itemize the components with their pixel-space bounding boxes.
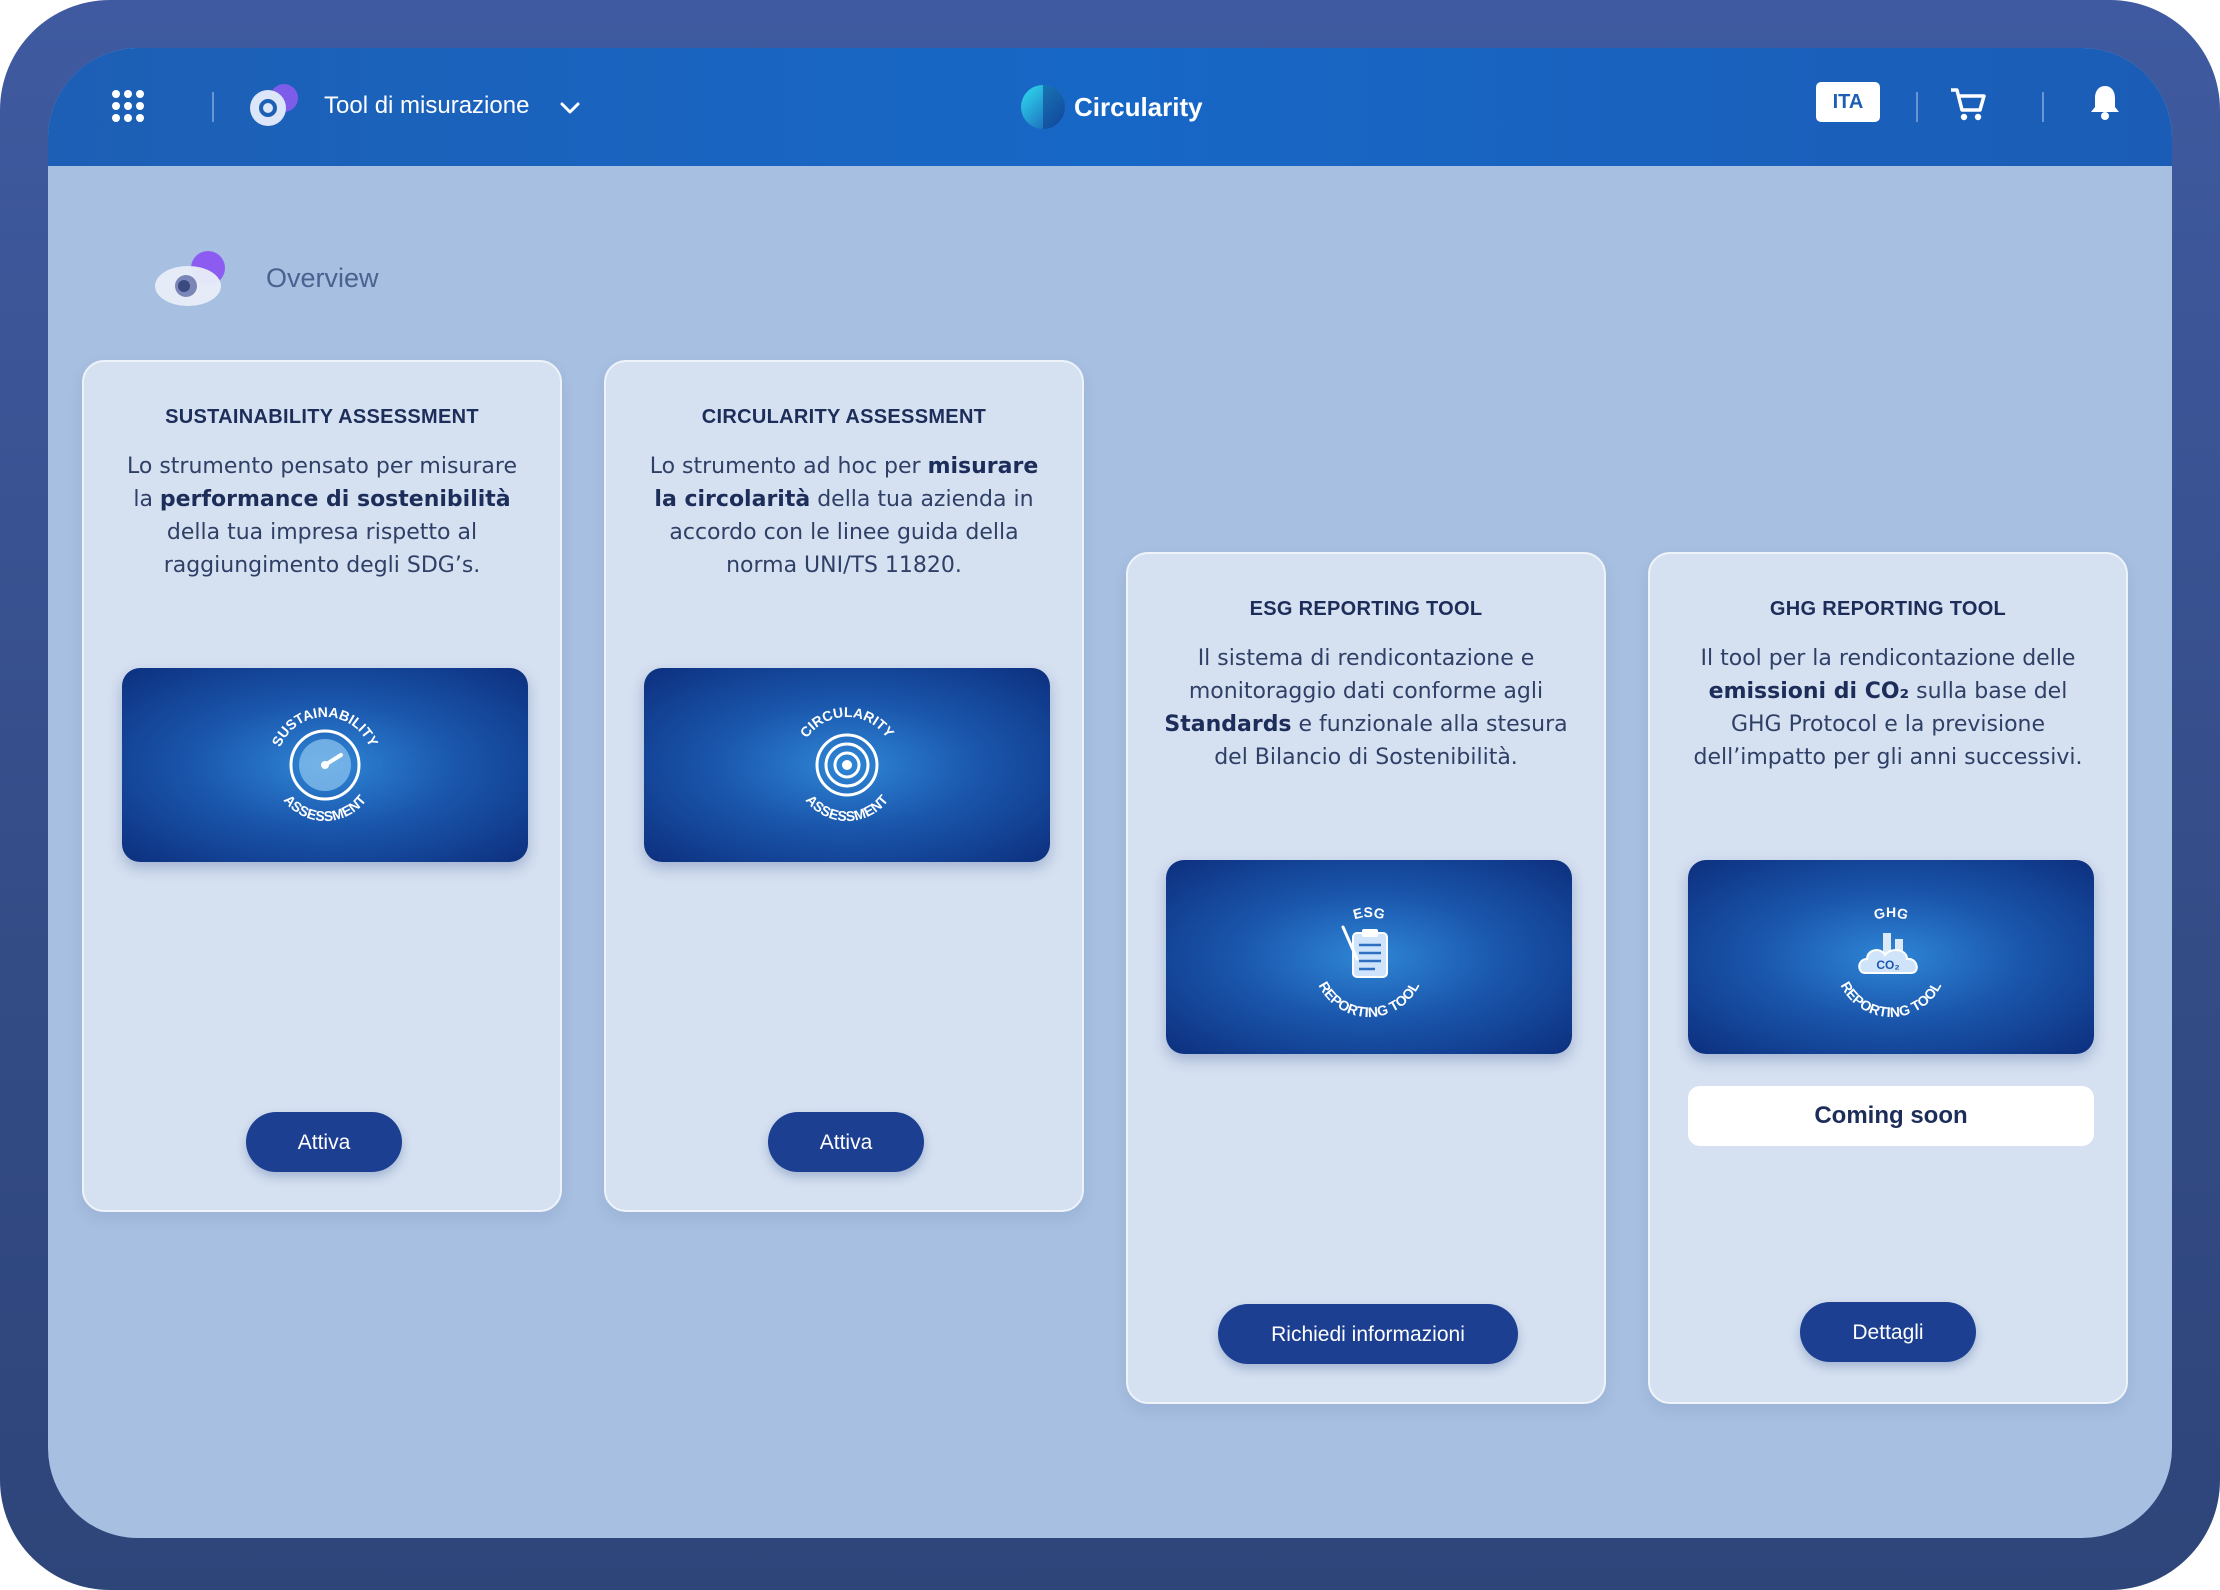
svg-text:REPORTING TOOL: REPORTING TOOL xyxy=(1838,978,1945,1020)
page-title: Overview xyxy=(266,263,379,293)
card-description: Il sistema di rendicontazione e monitora… xyxy=(1164,646,1568,770)
divider xyxy=(1916,92,1918,122)
card-title: ESG REPORTING TOOL xyxy=(1249,598,1483,620)
attiva-button[interactable]: Attiva xyxy=(768,1112,924,1172)
cart-icon[interactable] xyxy=(1948,84,1988,124)
card-title: GHG REPORTING TOOL xyxy=(1769,598,2007,620)
svg-text:CO₂: CO₂ xyxy=(1876,958,1899,972)
chevron-down-icon[interactable] xyxy=(558,96,582,120)
divider xyxy=(2042,92,2044,122)
circular-target-icon: CIRCULARITY ASSESSMENT xyxy=(797,704,898,824)
divider xyxy=(212,92,214,122)
tool-gear-icon[interactable] xyxy=(248,82,300,132)
tool-selector-label[interactable]: Tool di misurazione xyxy=(324,86,529,126)
card-description: Il tool per la rendicontazione delle emi… xyxy=(1693,646,2083,770)
brand-name: Circularity xyxy=(1074,92,1203,122)
coming-soon-badge: Coming soon xyxy=(1688,1086,2094,1146)
svg-text:REPORTING TOOL: REPORTING TOOL xyxy=(1316,978,1423,1020)
card-esg-reporting-tool: ESG REPORTING TOOL Il sistema di rendico… xyxy=(1126,552,1606,1404)
svg-text:GHG: GHG xyxy=(1872,904,1910,923)
app-screen: Tool di misurazione Circularity ITA Over… xyxy=(48,48,2172,1538)
card-sustainability-assessment: SUSTAINABILITY ASSESSMENT Lo strumento p… xyxy=(82,360,562,1212)
bell-icon[interactable] xyxy=(2088,82,2122,122)
top-bar: Tool di misurazione Circularity ITA xyxy=(48,48,2172,166)
gauge-icon: SUSTAINABILITY ASSESSMENT xyxy=(268,704,381,824)
card-title: CIRCULARITY ASSESSMENT xyxy=(701,406,987,428)
device-frame: Tool di misurazione Circularity ITA Over… xyxy=(0,0,2220,1590)
dettagli-button[interactable]: Dettagli xyxy=(1800,1302,1976,1362)
clipboard-icon: ESG REPORTING TOOL xyxy=(1316,904,1423,1020)
card-image: ESG REPORTING TOOL xyxy=(1166,860,1572,1054)
svg-text:ASSESSMENT: ASSESSMENT xyxy=(281,791,369,824)
card-image: CIRCULARITY ASSESSMENT xyxy=(644,668,1050,862)
card-circularity-assessment: CIRCULARITY ASSESSMENT Lo strumento ad h… xyxy=(604,360,1084,1212)
card-image: SUSTAINABILITY ASSESSMENT xyxy=(122,668,528,862)
card-ghg-reporting-tool: GHG REPORTING TOOL Il tool per la rendic… xyxy=(1648,552,2128,1404)
card-image: GHG REPORTING TOOL CO₂ xyxy=(1688,860,2094,1054)
card-description: Lo strumento ad hoc per misurare la circ… xyxy=(649,454,1039,578)
card-title: SUSTAINABILITY ASSESSMENT xyxy=(165,406,479,428)
attiva-button[interactable]: Attiva xyxy=(246,1112,402,1172)
richiedi-informazioni-button[interactable]: Richiedi informazioni xyxy=(1218,1304,1518,1364)
circularity-logo-icon xyxy=(1021,85,1065,129)
svg-text:ESG: ESG xyxy=(1351,904,1386,922)
grid-dots-icon[interactable] xyxy=(112,90,144,122)
language-selector[interactable]: ITA xyxy=(1816,82,1880,122)
co2-cloud-icon: GHG REPORTING TOOL CO₂ xyxy=(1838,904,1945,1020)
eye-icon xyxy=(155,251,225,306)
card-description: Lo strumento pensato per misurare la per… xyxy=(127,454,517,578)
